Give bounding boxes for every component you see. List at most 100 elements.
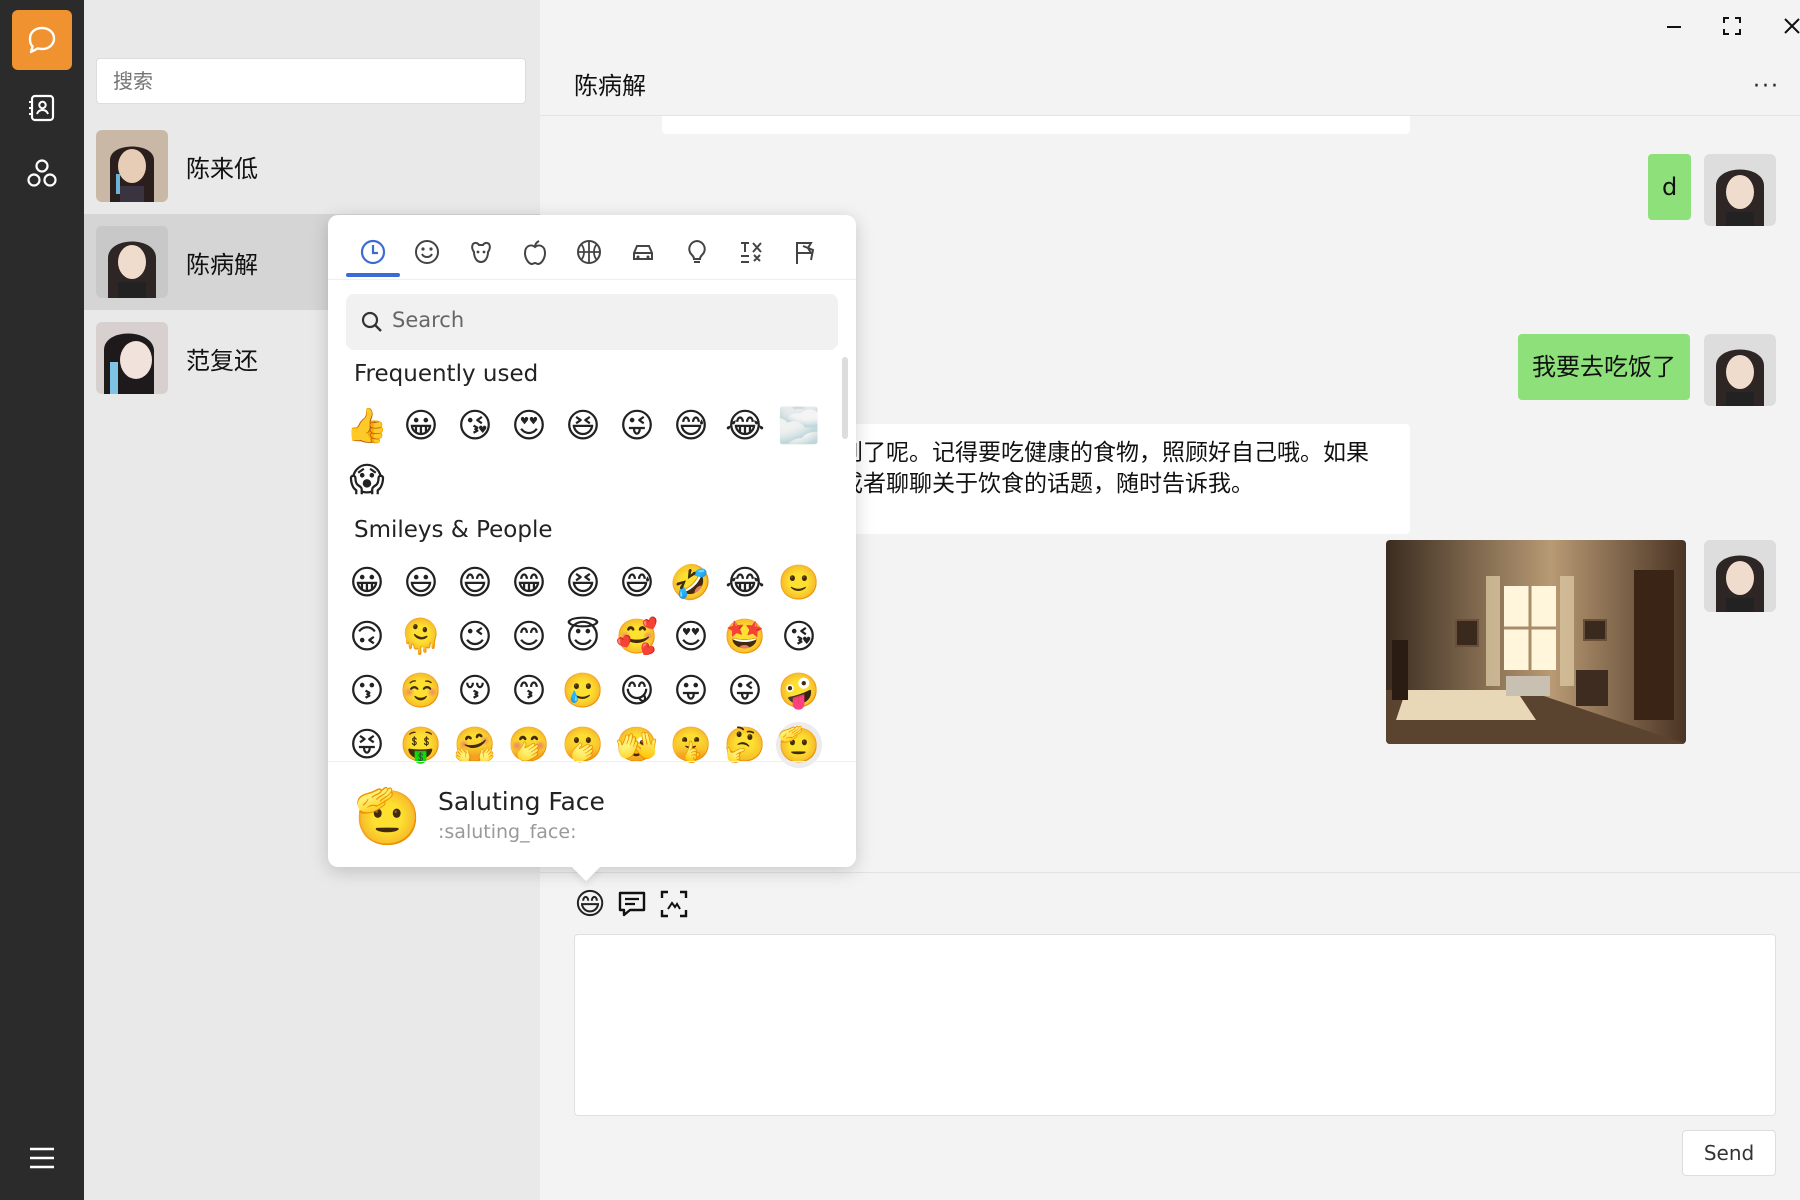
section-title: Frequently used	[354, 361, 539, 387]
screenshot-button[interactable]	[656, 886, 692, 922]
my-avatar	[1704, 154, 1776, 226]
chat-title: 陈病解	[574, 72, 646, 100]
category-flags-tab[interactable]	[778, 229, 832, 275]
emoji-item[interactable]: 😁	[506, 560, 552, 606]
emoji-item[interactable]: 😂	[722, 560, 768, 606]
maximize-icon	[1723, 17, 1741, 35]
emoji-item[interactable]: 😋	[614, 668, 660, 714]
search-icon	[361, 311, 382, 332]
emoji-item[interactable]: 😛	[668, 668, 714, 714]
message-bubble-received: 到了呢。记得要吃健康的食物，照顾好自己哦。如果 或者聊聊关于饮食的话题，随时告诉…	[840, 424, 1410, 534]
emoji-item[interactable]: 😃	[398, 560, 444, 606]
lightbulb-icon	[688, 239, 706, 263]
emoji-item[interactable]: 😊	[506, 614, 552, 660]
apple-icon	[523, 240, 547, 266]
contact-name: 范复还	[186, 346, 258, 375]
message-bubble-sent: d	[1648, 154, 1692, 220]
emoji-item[interactable]: 😂	[722, 403, 768, 449]
dog-icon	[471, 241, 491, 264]
grinning-face-icon: 😄	[574, 886, 606, 922]
emoji-item[interactable]: 😙	[506, 668, 552, 714]
emoji-item[interactable]: 😅	[614, 560, 660, 606]
emoji-item[interactable]: 🥰	[614, 614, 660, 660]
composer-divider	[540, 872, 1800, 873]
clock-icon	[360, 239, 386, 265]
minimize-button[interactable]	[1652, 8, 1696, 44]
send-button[interactable]: Send	[1682, 1130, 1776, 1176]
chat-nav-button[interactable]	[12, 10, 72, 70]
emoji-item[interactable]: ☺️	[398, 668, 444, 714]
category-symbols-tab[interactable]	[724, 229, 778, 275]
close-button[interactable]	[1770, 8, 1800, 44]
emoji-item[interactable]: 😆	[560, 403, 606, 449]
emoji-item[interactable]: 😱	[344, 457, 390, 503]
message-image[interactable]	[1386, 540, 1686, 744]
emoji-search-input[interactable]: Search	[346, 294, 838, 350]
category-objects-tab[interactable]	[670, 229, 724, 275]
scan-icon	[660, 890, 688, 918]
emoji-item[interactable]: 🤣	[668, 560, 714, 606]
menu-button[interactable]	[12, 1128, 72, 1188]
category-recent-tab[interactable]	[346, 229, 400, 275]
message-input[interactable]	[574, 934, 1776, 1116]
emoji-item[interactable]: 😉	[452, 614, 498, 660]
contacts-nav-button[interactable]	[12, 78, 72, 138]
contact-name: 陈病解	[186, 250, 258, 279]
chat-header: 陈病解 ···	[540, 44, 1800, 116]
address-book-icon	[29, 94, 55, 122]
emoji-item[interactable]: 🫠	[398, 614, 444, 660]
avatar	[96, 226, 168, 298]
emoji-item[interactable]: 😍	[668, 614, 714, 660]
category-travel-tab[interactable]	[616, 229, 670, 275]
groups-nav-button[interactable]	[12, 144, 72, 204]
message-icon	[618, 891, 646, 917]
emoji-item[interactable]: 🤪	[776, 668, 822, 714]
emoji-item[interactable]: 😚	[452, 668, 498, 714]
more-options-button[interactable]: ···	[1753, 74, 1780, 99]
window-titlebar	[540, 0, 1800, 44]
message-bubble-partial	[662, 116, 1410, 134]
emoji-item[interactable]: 😜	[722, 668, 768, 714]
contact-item[interactable]: 陈来低	[84, 118, 540, 214]
emoji-item[interactable]: 😀	[344, 560, 390, 606]
divider	[328, 279, 856, 280]
groups-icon	[27, 159, 57, 187]
hamburger-icon	[30, 1147, 54, 1169]
category-food-tab[interactable]	[508, 229, 562, 275]
emoji-item[interactable]: 🙂	[776, 560, 822, 606]
flag-icon	[796, 242, 815, 264]
emoji-item[interactable]: 😀	[398, 403, 444, 449]
emoji-item[interactable]: 😍	[506, 403, 552, 449]
emoji-button[interactable]: 😄	[572, 886, 608, 922]
section-title: Smileys & People	[354, 517, 553, 543]
nav-rail	[0, 0, 84, 1200]
emoji-item[interactable]: 🥲	[560, 668, 606, 714]
divider	[328, 761, 856, 762]
car-icon	[633, 245, 653, 260]
category-smileys-tab[interactable]	[400, 229, 454, 275]
emoji-item[interactable]: 😅	[668, 403, 714, 449]
emoji-item[interactable]: 🤩	[722, 614, 768, 660]
chat-history-button[interactable]	[614, 886, 650, 922]
close-icon	[1784, 18, 1800, 34]
emoji-scrollbar[interactable]	[842, 357, 848, 439]
category-activity-tab[interactable]	[562, 229, 616, 275]
emoji-item[interactable]: 😗	[344, 668, 390, 714]
symbols-icon	[741, 242, 762, 263]
emoji-item[interactable]: 🙃	[344, 614, 390, 660]
emoji-item[interactable]: 🌫️	[776, 403, 822, 449]
my-avatar	[1704, 334, 1776, 406]
emoji-item[interactable]: 😘	[776, 614, 822, 660]
emoji-item[interactable]: 😆	[560, 560, 606, 606]
maximize-button[interactable]	[1710, 8, 1754, 44]
emoji-item[interactable]: 😇	[560, 614, 606, 660]
emoji-item[interactable]: 😘	[452, 403, 498, 449]
emoji-item[interactable]: 👍	[344, 403, 390, 449]
emoji-item[interactable]: 😜	[614, 403, 660, 449]
search-input[interactable]	[96, 58, 526, 104]
message-text-line: 到了呢。记得要吃健康的食物，照顾好自己哦。如果	[840, 440, 1369, 466]
category-animals-tab[interactable]	[454, 229, 508, 275]
emoji-picker: Search Frequently used 👍 😀 😘 😍 😆 😜 😅 😂 🌫️ 😱 Smile…	[328, 215, 856, 867]
message-bubble-sent: 我要去吃饭了	[1518, 334, 1690, 400]
emoji-item[interactable]: 😄	[452, 560, 498, 606]
